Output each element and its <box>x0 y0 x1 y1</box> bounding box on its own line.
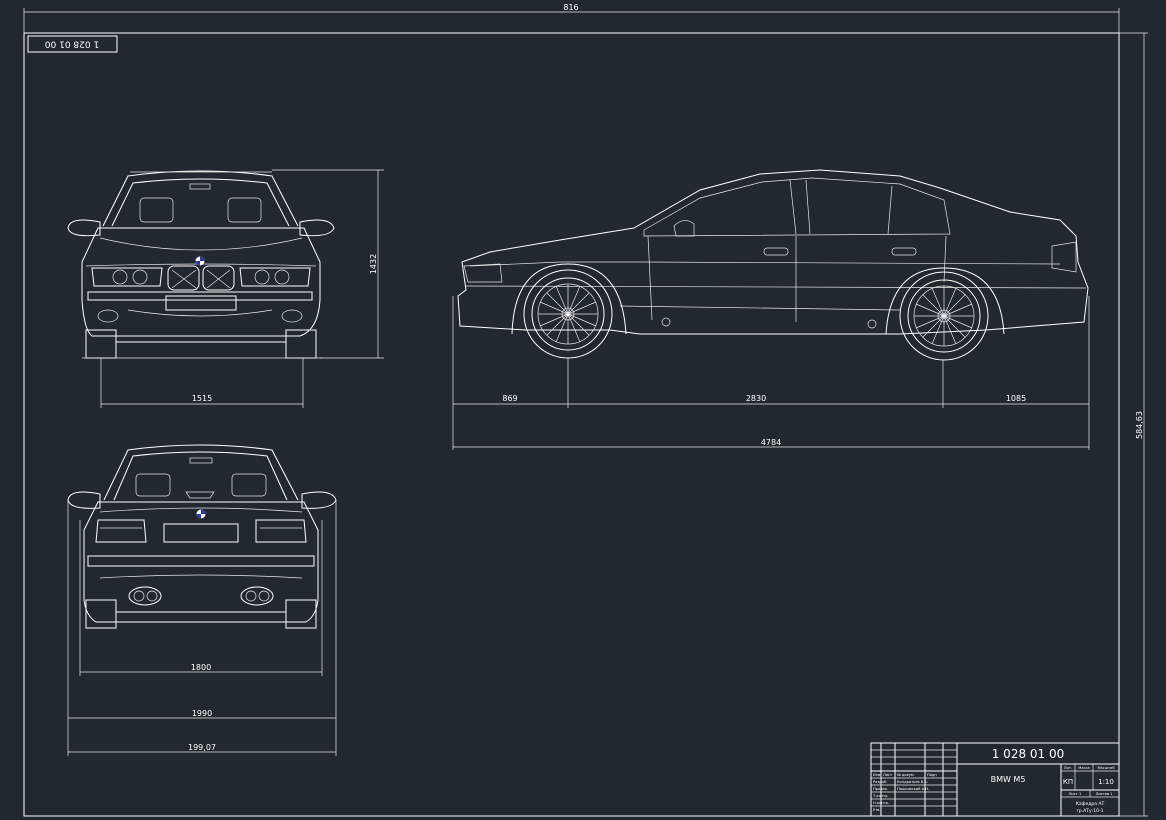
doc-number: 1 028 01 00 <box>992 747 1065 761</box>
tb-row-role: Изм <box>873 773 881 777</box>
rear-overhang-dim: 1085 <box>1006 394 1026 403</box>
right-dimension-text: 584,63 <box>1135 411 1144 439</box>
scale-value: 1:10 <box>1098 778 1114 786</box>
tb-row-name: Пашковский А.Н. <box>897 787 929 791</box>
wheelbase-dim: 2830 <box>746 394 766 403</box>
lit-label: Лит. <box>1064 766 1072 770</box>
tb-row-name: Кондратьев В.А. <box>897 780 928 784</box>
tb-row-name: Лист <box>883 773 892 777</box>
front-height-dim: 1432 <box>369 254 378 274</box>
lit-value: КП <box>1063 778 1073 786</box>
drawing-sheet: 816 584,63 1 028 01 00 1432 1515 869 283… <box>23 3 1148 817</box>
front-overhang-dim: 869 <box>502 394 517 403</box>
mass-label: Масса <box>1078 766 1089 770</box>
front-view <box>67 170 335 359</box>
sheet-frame <box>23 32 1120 817</box>
tb-row-role: Утв. <box>873 808 881 812</box>
rear-track-dim: 1800 <box>191 663 211 672</box>
org-line-1: Кафедра АТ <box>1076 801 1105 807</box>
scale-label: Масштаб <box>1097 766 1115 770</box>
tb-row-sig: № докум. <box>897 773 915 777</box>
drawing-name: BMW M5 <box>991 775 1026 784</box>
tb-row-role: Т.контр. <box>872 794 889 798</box>
tb-row-role: Разраб. <box>873 780 887 784</box>
tb-row-date: Подп <box>927 773 937 777</box>
tb-row-role: Н.контр. <box>873 801 889 805</box>
org-line-2: гр.АТу-10-1 <box>1077 808 1104 814</box>
tb-row-role: Провер. <box>873 787 888 791</box>
front-track-dim: 1515 <box>192 394 212 403</box>
sheet-label: Лист 1 <box>1069 792 1082 796</box>
side-view <box>457 169 1089 361</box>
stamp-code: 1 028 01 00 <box>45 39 100 49</box>
sheets-label: Листов 1 <box>1096 792 1113 796</box>
top-dimension-text: 816 <box>563 3 578 12</box>
rear-width-dim: 1990 <box>192 709 212 718</box>
total-length-dim: 4784 <box>761 438 781 447</box>
overall-width-dim: 199,07 <box>188 743 216 752</box>
rear-view <box>67 444 337 629</box>
